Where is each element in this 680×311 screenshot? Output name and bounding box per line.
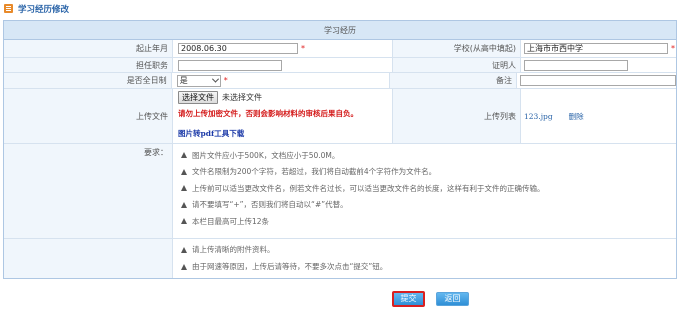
chevron-down-icon [211,75,219,83]
notes-list: 请上传清晰的附件资料。 由于网速等原因，上传后请等待，不要多次点击“提交”钮。 [173,239,676,278]
form-row-notes: 请上传清晰的附件资料。 由于网速等原因，上传后请等待，不要多次点击“提交”钮。 [4,239,676,278]
page-title: 学习经历修改 [18,4,70,15]
list-item: 请上传清晰的附件资料。 [181,241,676,258]
fulltime-label: 是否全日制 [4,73,172,88]
file-picker: 选择文件 未选择文件 [178,91,262,104]
uploaded-file-link[interactable]: 123.jpg [524,112,553,121]
list-item: 图片文件应小于500K，文档应小于50.0M。 [181,147,676,164]
required-mark: * [671,44,675,53]
triangle-bullet-icon [181,152,187,159]
pdf-tool-link[interactable]: 图片转pdf工具下载 [178,128,244,139]
list-item: 上传前可以适当更改文件名，例若文件名过长，可以适当更改文件名的长度，这样有利于文… [181,180,676,197]
study-history-form: 学习经历 起止年月 2008.06.30 * 学校(从高中填起) 上海市市西中学… [3,20,677,279]
list-item: 请不要填写“+”，否则我们将自动以“#”代替。 [181,197,676,214]
remark-cell [517,73,676,88]
required-mark: * [301,44,305,53]
triangle-bullet-icon [181,246,187,253]
fulltime-select-value: 是 [179,76,188,85]
triangle-bullet-icon [181,201,187,208]
back-button[interactable]: 返回 [436,292,469,306]
encryption-warning: 请勿上传加密文件，否则会影响材料的审核后果自负。 [178,109,358,118]
witness-input[interactable] [524,59,628,71]
school-label: 学校(从高中填起) [393,40,521,57]
requirements-list: 图片文件应小于500K，文档应小于50.0M。 文件名限制为200个字符，若超过… [173,144,676,238]
upload-label: 上传文件 [4,89,173,143]
list-item: 文件名限制为200个字符，若超过，我们将自动截前4个字符作为文件名。 [181,164,676,181]
form-row-start-school: 起止年月 2008.06.30 * 学校(从高中填起) 上海市市西中学 * [4,40,676,58]
requirements-label: 要求： [4,144,173,238]
witness-cell [521,58,676,72]
action-bar: 提交 返回 [0,291,680,308]
triangle-bullet-icon [181,218,187,225]
form-row-fulltime-remark: 是否全日制 是 * 备注 [4,73,676,89]
remark-label: 备注 [389,73,517,88]
required-mark: * [223,76,228,85]
triangle-bullet-icon [181,168,187,175]
form-row-upload: 上传文件 选择文件 未选择文件 请勿上传加密文件，否则会影响材料的审核后果自负。… [4,89,676,144]
school-cell: 上海市市西中学 * [521,40,676,57]
delete-file-link[interactable]: 删除 [569,111,584,122]
witness-label: 证明人 [393,58,521,72]
page-header: 学习经历修改 [0,0,680,17]
start-date-cell: 2008.06.30 * [173,40,393,57]
form-row-position-witness: 担任职务 证明人 [4,58,676,73]
position-cell [173,58,393,72]
section-title: 学习经历 [4,21,676,40]
start-date-label: 起止年月 [4,40,173,57]
fulltime-select[interactable]: 是 [176,74,221,87]
position-input[interactable] [178,59,282,71]
submit-button[interactable]: 提交 [392,291,425,307]
form-row-requirements: 要求： 图片文件应小于500K，文档应小于50.0M。 文件名限制为200个字符… [4,144,676,239]
remark-input[interactable] [520,75,676,86]
start-date-input[interactable]: 2008.06.30 [178,43,298,54]
document-icon [4,4,13,13]
upload-list-label: 上传列表 [393,89,521,143]
upload-cell: 选择文件 未选择文件 请勿上传加密文件，否则会影响材料的审核后果自负。 图片转p… [173,89,393,143]
notes-label-cell [4,239,173,278]
school-input[interactable]: 上海市市西中学 [524,43,668,54]
choose-file-button[interactable]: 选择文件 [178,91,218,104]
upload-list-cell: 123.jpg 删除 [521,89,676,143]
triangle-bullet-icon [181,185,187,192]
triangle-bullet-icon [181,263,187,270]
list-item: 由于网速等原因，上传后请等待，不要多次点击“提交”钮。 [181,258,676,275]
list-item: 本栏目最高可上传12条 [181,213,676,230]
fulltime-cell: 是 * [172,73,390,88]
no-file-text: 未选择文件 [222,93,262,102]
position-label: 担任职务 [4,58,173,72]
